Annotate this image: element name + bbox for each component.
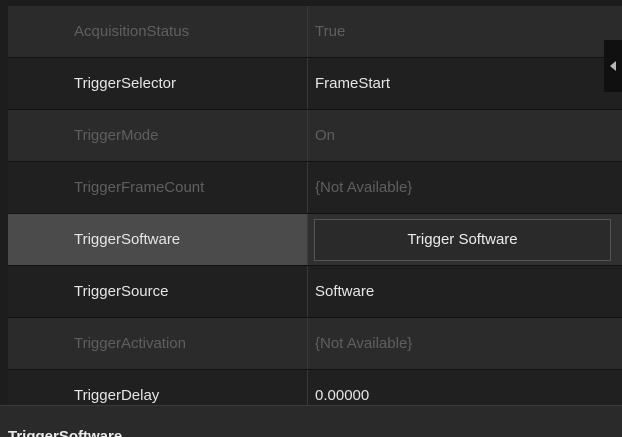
property-value[interactable]: Software [308, 266, 622, 317]
feature-panel: AcquisitionStatus True TriggerSelector F… [0, 0, 622, 437]
property-name: TriggerSource [8, 266, 308, 317]
property-row-trigger-mode[interactable]: TriggerMode On [8, 110, 622, 162]
property-value: {Not Available} [315, 335, 413, 352]
property-row-trigger-delay[interactable]: TriggerDelay 0.00000 [8, 370, 622, 405]
property-name: TriggerMode [8, 110, 308, 161]
property-name: TriggerSelector [8, 58, 308, 109]
property-value[interactable]: FrameStart [308, 58, 622, 109]
property-value[interactable]: 0.00000 [308, 370, 622, 405]
description-title: TriggerSoftware [8, 428, 123, 437]
property-value: {Not Available} [315, 179, 413, 196]
property-value-cell: Trigger Software [308, 214, 622, 265]
property-row-trigger-software[interactable]: TriggerSoftware Trigger Software [8, 214, 622, 266]
trigger-software-button[interactable]: Trigger Software [314, 218, 611, 261]
property-grid: AcquisitionStatus True TriggerSelector F… [0, 0, 622, 405]
description-panel: TriggerSoftware [0, 405, 622, 437]
property-row-trigger-activation[interactable]: TriggerActivation {Not Available} [8, 318, 622, 370]
property-value: On [315, 127, 336, 144]
property-row-trigger-frame-count[interactable]: TriggerFrameCount {Not Available} [8, 162, 622, 214]
property-name: AcquisitionStatus [8, 6, 308, 57]
property-value: True [315, 23, 346, 40]
property-row-acquisition-status[interactable]: AcquisitionStatus True [8, 6, 622, 58]
property-row-trigger-selector[interactable]: TriggerSelector FrameStart [8, 58, 622, 110]
chevron-left-icon [610, 61, 616, 71]
property-name: TriggerSoftware [8, 214, 308, 265]
property-name: TriggerFrameCount [8, 162, 308, 213]
property-name: TriggerActivation [8, 318, 308, 369]
property-row-trigger-source[interactable]: TriggerSource Software [8, 266, 622, 318]
collapse-panel-tab[interactable] [604, 40, 622, 92]
property-name: TriggerDelay [8, 370, 308, 405]
